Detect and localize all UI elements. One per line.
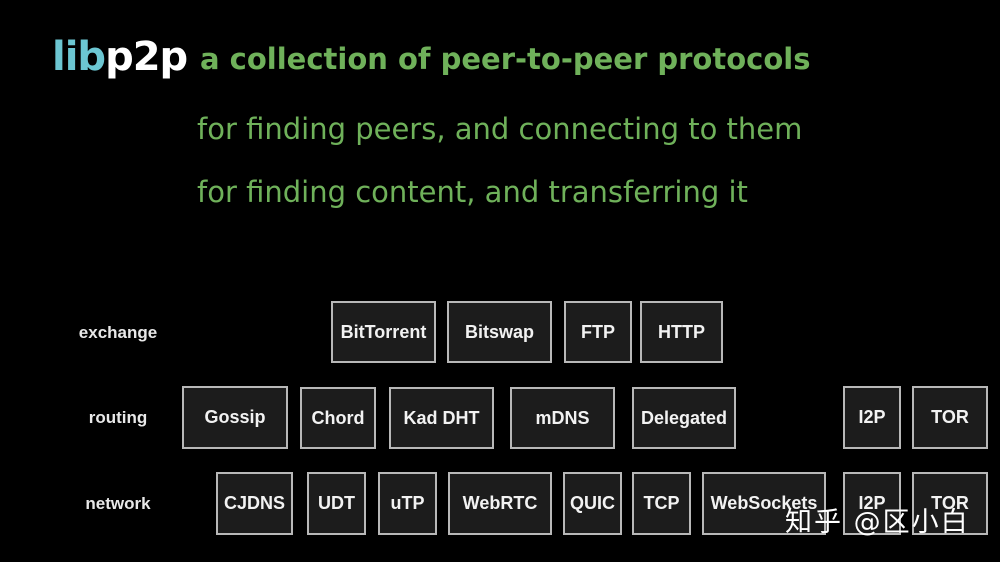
protocol-box-cjdns: CJDNS: [216, 472, 293, 535]
protocol-box-udt: UDT: [307, 472, 366, 535]
protocol-box-gossip: Gossip: [182, 386, 288, 449]
subtitle: a collection of peer-to-peer protocols: [200, 42, 811, 76]
protocol-box-kad-dht: Kad DHT: [389, 387, 494, 449]
protocol-box-bittorrent: BitTorrent: [331, 301, 436, 363]
layer-label-routing: routing: [88, 408, 148, 427]
description-line-1: for finding peers, and connecting to the…: [197, 112, 803, 146]
layer-label-network: network: [85, 494, 151, 513]
protocol-box-tcp: TCP: [632, 472, 691, 535]
logo-p2p: p2p: [105, 34, 188, 80]
protocol-box-i2p-routing: I2P: [843, 386, 901, 449]
logo-lib: lib: [52, 34, 106, 80]
description-line-2: for finding content, and transferring it: [197, 175, 748, 209]
protocol-box-bitswap: Bitswap: [447, 301, 552, 363]
watermark: 知乎 @区小白: [785, 507, 970, 538]
protocol-box-utp: uTP: [378, 472, 437, 535]
layer-label-exchange: exchange: [78, 323, 158, 342]
protocol-box-chord: Chord: [300, 387, 376, 449]
protocol-box-webrtc: WebRTC: [448, 472, 552, 535]
protocol-box-mdns: mDNS: [510, 387, 615, 449]
protocol-box-delegated: Delegated: [632, 387, 736, 449]
protocol-box-tor-routing: TOR: [912, 386, 988, 449]
protocol-box-http: HTTP: [640, 301, 723, 363]
protocol-box-ftp: FTP: [564, 301, 632, 363]
libp2p-logo: libp2p: [52, 34, 188, 80]
protocol-box-quic: QUIC: [563, 472, 622, 535]
